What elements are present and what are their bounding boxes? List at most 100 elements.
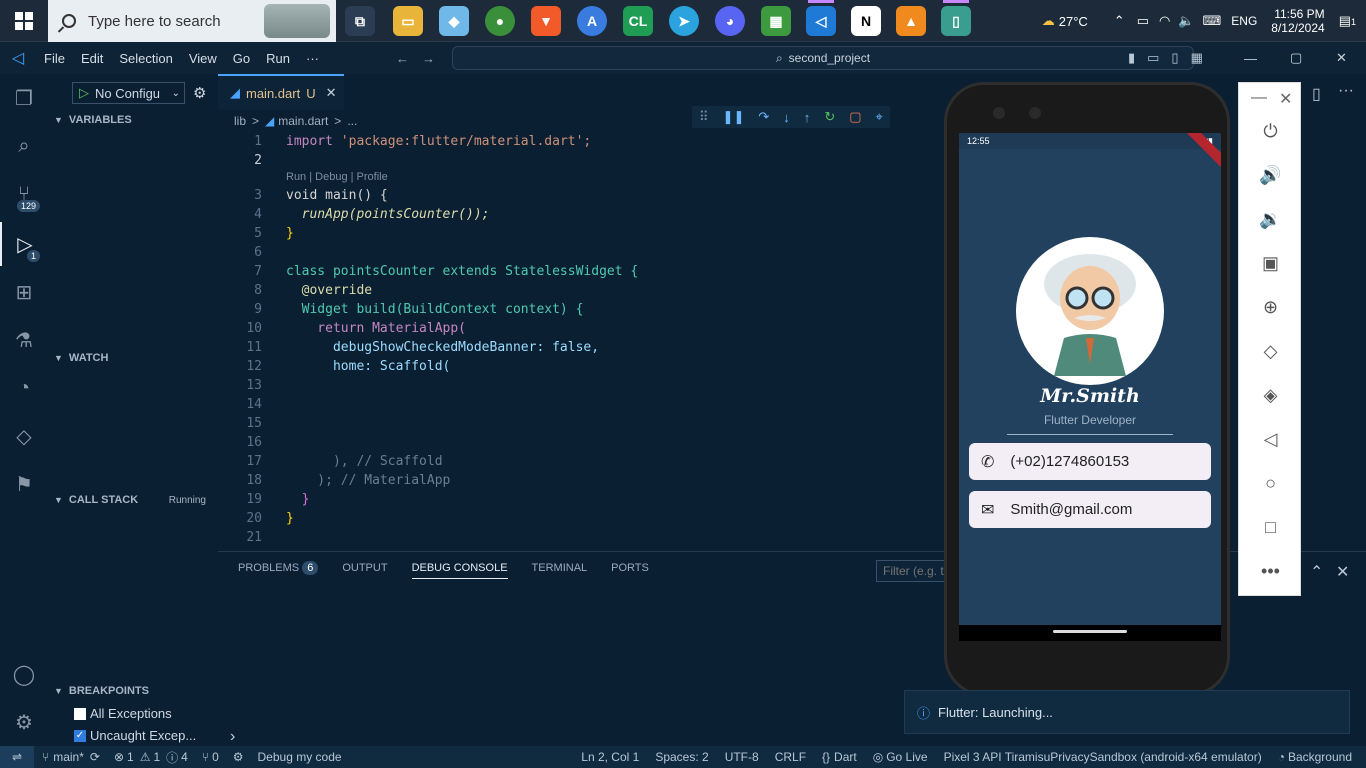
step-into-icon[interactable]: ↓ xyxy=(783,110,790,125)
more-actions-icon[interactable]: ··· xyxy=(1338,82,1354,100)
home-icon[interactable]: ○ xyxy=(1239,465,1302,501)
menu-selection[interactable]: Selection xyxy=(111,51,180,66)
chevron-up-icon[interactable]: ⌃ xyxy=(1310,562,1323,582)
run-debug-icon[interactable]: ▷ 1 xyxy=(0,222,48,266)
zoom-icon[interactable]: ⊕ xyxy=(1239,289,1302,325)
play-icon[interactable]: ▷ xyxy=(79,85,89,101)
discord-icon[interactable]: ◕ xyxy=(715,6,745,36)
device-selector[interactable]: Pixel 3 API TiramisuPrivacySandbox (andr… xyxy=(944,750,1262,764)
keyboard-icon[interactable]: ⌨ xyxy=(1203,13,1222,29)
variables-section[interactable]: ▼ VARIABLES xyxy=(48,110,218,130)
brave-icon[interactable]: ▼ xyxy=(531,6,561,36)
cursor-position[interactable]: Ln 2, Col 1 xyxy=(581,750,639,764)
checkbox[interactable] xyxy=(74,707,86,720)
code-editor[interactable]: Run | Debug | Profile 1 import 'package:… xyxy=(218,132,904,550)
language-mode[interactable]: Dart xyxy=(834,750,857,764)
git-branch[interactable]: main* xyxy=(53,750,84,764)
telegram-icon[interactable]: ➤ xyxy=(669,6,699,36)
menu-more[interactable]: ··· xyxy=(298,51,327,66)
step-out-icon[interactable]: ↑ xyxy=(804,110,811,125)
tab-main-dart[interactable]: ◢ main.dart U ✕ xyxy=(218,74,344,110)
volume-icon[interactable]: 🔈 xyxy=(1178,13,1194,29)
debug-console-filter[interactable] xyxy=(876,560,946,582)
split-editor-icon[interactable]: ▯ xyxy=(1312,84,1321,104)
indentation[interactable]: Spaces: 2 xyxy=(655,750,708,764)
close-icon[interactable]: ✕ xyxy=(326,85,337,101)
console-prompt-icon[interactable]: › xyxy=(230,728,235,746)
menu-file[interactable]: File xyxy=(36,51,73,66)
flutter-icon[interactable]: ◇ xyxy=(0,414,48,458)
chrome-icon[interactable]: ● xyxy=(485,6,515,36)
debug-config-select[interactable]: ▷ No Configu ⌄ xyxy=(72,82,185,104)
language-indicator[interactable]: ENG xyxy=(1231,14,1257,28)
chevron-up-icon[interactable]: ⌃ xyxy=(1114,13,1125,29)
more-icon[interactable]: ••• xyxy=(1239,553,1302,589)
back-icon[interactable]: ◁ xyxy=(1239,421,1302,457)
drag-handle-icon[interactable]: ⠿ xyxy=(699,109,709,125)
edge-icon[interactable]: ◔ xyxy=(0,366,48,410)
notification-toast[interactable]: ⓘ Flutter: Launching... xyxy=(904,690,1350,734)
remote-icon[interactable]: ⇌ xyxy=(0,746,34,768)
sync-icon[interactable]: ⟳ xyxy=(90,750,100,764)
task-view-icon[interactable]: ⧉ xyxy=(345,6,375,36)
bp-all-exceptions[interactable]: All Exceptions xyxy=(74,706,172,721)
taskbar-search[interactable]: Type here to search xyxy=(48,0,336,42)
tab-terminal[interactable]: TERMINAL xyxy=(532,562,588,579)
email-card[interactable]: ✉ Smith@gmail.com xyxy=(969,491,1211,528)
vscode-icon[interactable]: ◁ xyxy=(806,0,836,36)
minimize-icon[interactable]: — xyxy=(1251,89,1267,107)
app-icon[interactable]: ◆ xyxy=(439,6,469,36)
extensions-icon[interactable]: ⊞ xyxy=(0,270,48,314)
volume-up-icon[interactable]: 🔊 xyxy=(1239,157,1302,193)
go-live[interactable]: Go Live xyxy=(886,750,927,764)
close-icon[interactable]: ✕ xyxy=(1279,89,1292,109)
gesture-bar[interactable] xyxy=(959,625,1221,641)
background-status[interactable]: Background xyxy=(1288,750,1352,764)
end-of-line[interactable]: CRLF xyxy=(775,750,806,764)
tab-ports[interactable]: PORTS xyxy=(611,562,649,579)
close-icon[interactable]: ✕ xyxy=(1336,50,1347,66)
menu-run[interactable]: Run xyxy=(258,51,298,66)
breadcrumb-file[interactable]: main.dart xyxy=(278,114,328,128)
breakpoints-section[interactable]: ▼ BREAKPOINTS xyxy=(48,681,218,701)
layout-icons[interactable]: ▮▭▯▦ xyxy=(1128,50,1215,66)
encoding[interactable]: UTF-8 xyxy=(725,750,759,764)
codelens[interactable]: Run | Debug | Profile xyxy=(286,171,388,183)
tab-output[interactable]: OUTPUT xyxy=(342,562,387,579)
clock[interactable]: 11:56 PM 8/12/2024 xyxy=(1271,7,1324,35)
minimize-icon[interactable]: — xyxy=(1244,51,1257,66)
breadcrumb-lib[interactable]: lib xyxy=(234,114,246,128)
android-studio-icon[interactable]: ▯ xyxy=(941,0,971,36)
account-icon[interactable]: ◯ xyxy=(0,652,48,696)
notification-icon[interactable]: ▤1 xyxy=(1339,13,1356,29)
menu-edit[interactable]: Edit xyxy=(73,51,111,66)
call-stack-section[interactable]: ▼ CALL STACK Running xyxy=(48,490,218,510)
sheet-app-icon[interactable]: ▦ xyxy=(761,6,791,36)
debug-config-status[interactable]: Debug my code xyxy=(258,750,342,764)
back-arrow-icon[interactable]: ← xyxy=(396,51,409,66)
vlc-icon[interactable]: ▲ xyxy=(896,6,926,36)
phone-card[interactable]: ✆ (+02)1274860153 xyxy=(969,443,1211,480)
menu-view[interactable]: View xyxy=(181,51,225,66)
watch-section[interactable]: ▼ WATCH xyxy=(48,348,218,368)
overview-icon[interactable]: □ xyxy=(1239,509,1302,545)
restart-icon[interactable]: ↻ xyxy=(824,109,835,125)
source-control-icon[interactable]: ⑂ 129 xyxy=(0,172,48,216)
command-center[interactable]: ⌕ second_project xyxy=(452,46,1194,70)
breadcrumb-symbol[interactable]: ... xyxy=(347,114,357,128)
tab-problems[interactable]: PROBLEMS 6 xyxy=(238,561,319,579)
volume-down-icon[interactable]: 🔉 xyxy=(1239,201,1302,237)
bp-uncaught-exceptions[interactable]: ✓ Uncaught Excep... xyxy=(74,728,196,743)
start-button[interactable] xyxy=(0,0,48,42)
tab-debug-console[interactable]: DEBUG CONSOLE xyxy=(411,562,508,579)
notion-icon[interactable]: N xyxy=(851,6,881,36)
inspect-icon[interactable]: ⌖ xyxy=(876,109,883,125)
app-store-icon[interactable]: A xyxy=(577,6,607,36)
board-icon[interactable]: ⚑ xyxy=(0,462,48,506)
stop-icon[interactable]: ▢ xyxy=(849,109,861,125)
rotate-right-icon[interactable]: ◈ xyxy=(1239,377,1302,413)
explorer-icon[interactable]: ❐ xyxy=(0,76,48,120)
step-over-icon[interactable]: ↷ xyxy=(758,109,769,125)
maximize-icon[interactable]: ▢ xyxy=(1290,50,1302,66)
checkbox-checked[interactable]: ✓ xyxy=(74,729,86,742)
